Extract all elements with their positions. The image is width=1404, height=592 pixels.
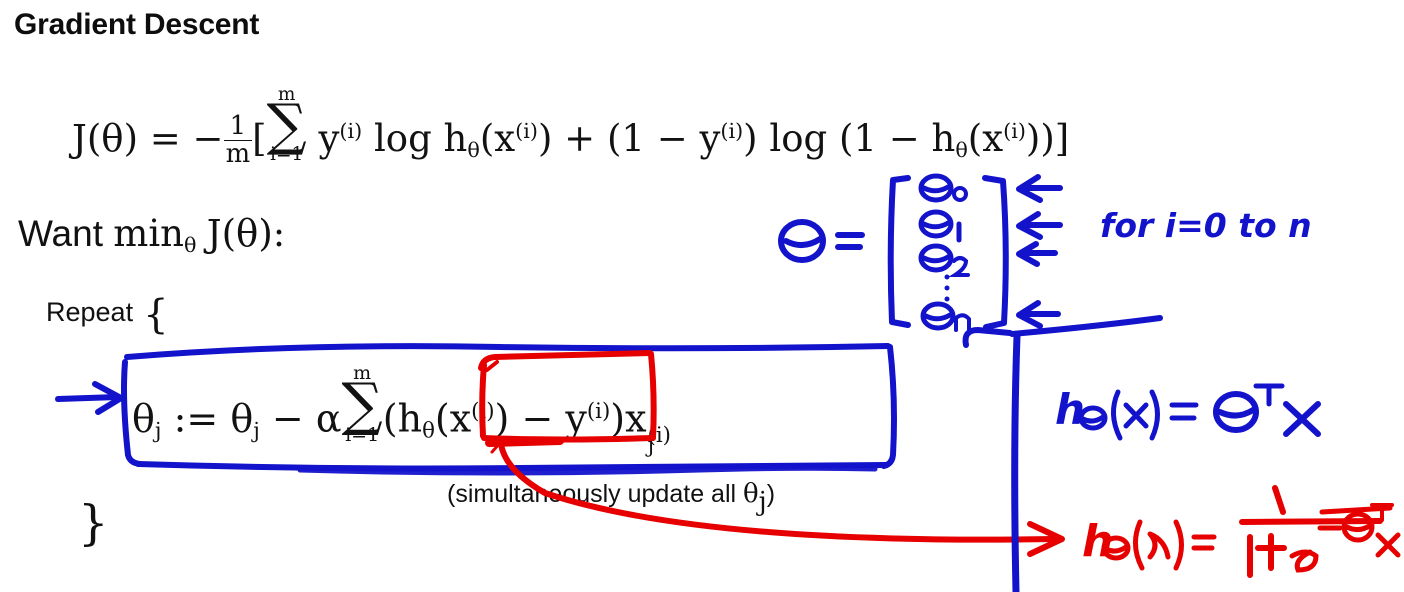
gradient-descent-update-rule: θj := θj − α m ∑ i=1 (hθ(x(i)) − y(i))x (i) j xyxy=(132,364,671,457)
theta-vector-ellipsis xyxy=(944,274,950,302)
cost-lhs-theta: θ xyxy=(101,116,124,160)
blue-vertical-divider-line xyxy=(962,315,1163,592)
upd-sigma-glyph: ∑ xyxy=(341,370,383,438)
rparen-1: ) xyxy=(537,116,553,160)
upd-minus-2: − xyxy=(521,396,554,441)
superscript-i: (i) xyxy=(339,119,363,144)
for-loop-note: for i=0 to n xyxy=(1100,206,1312,245)
upd-xfinal-sub-j: j xyxy=(647,433,655,459)
theta-vector-entry-1 xyxy=(918,209,962,243)
repeat-label: Repeat { xyxy=(46,292,169,338)
lparen-1: ( xyxy=(479,116,495,160)
theta-vector-arrow-1 xyxy=(1016,211,1063,240)
cost-minus: − xyxy=(192,116,224,160)
sigma-glyph: ∑ xyxy=(266,92,307,158)
sigmoid-hypothesis-text: h xyxy=(1082,516,1113,567)
theta-vector-arrow-3 xyxy=(1016,300,1061,329)
one-2: 1 xyxy=(621,116,645,160)
cost-lhs-rparen: ) xyxy=(123,116,138,160)
lparen-2: ( xyxy=(606,116,622,160)
log-2: log xyxy=(769,116,828,160)
simul-sub-j: j xyxy=(758,486,767,517)
h-2: h xyxy=(931,116,956,160)
blue-theta-vector-annotation xyxy=(778,173,1063,332)
blue-linear-hypothesis-note: h xyxy=(1055,383,1321,441)
cost-equals: = xyxy=(149,116,181,160)
x-superscript-i: (i) xyxy=(515,119,538,144)
upd-y: y xyxy=(565,396,587,441)
one-over-m-fraction: 1m xyxy=(223,113,253,169)
one-3: 1 xyxy=(853,116,877,160)
want-word: Want xyxy=(18,213,103,254)
objective-J-theta: J(θ): xyxy=(206,212,286,255)
rparen-2: ) xyxy=(743,116,758,160)
h-1: h xyxy=(443,116,468,160)
upd-x: x xyxy=(449,396,472,441)
log-1: log xyxy=(373,116,432,160)
upd-rparen-x: ) xyxy=(494,396,510,441)
rparen-4: ) xyxy=(1025,116,1041,160)
simultaneous-update-note: (simultaneously update all θj) xyxy=(447,479,775,517)
linear-hypothesis-text: h xyxy=(1055,385,1085,434)
upd-sum-lower: i=1 xyxy=(345,424,380,447)
minus-3: − xyxy=(888,116,920,160)
y-2: y xyxy=(699,116,721,160)
upd-rparen-close: ) xyxy=(610,396,626,441)
cost-close-bracket: ] xyxy=(1054,116,1070,160)
simul-theta: θ xyxy=(743,479,759,509)
y2-superscript-i: (i) xyxy=(720,119,744,144)
sum-lower-limit: i=1 xyxy=(270,144,304,166)
hypothesis-h: h xyxy=(397,396,423,441)
plus-sign: + xyxy=(564,116,596,160)
upd-lparen-open: ( xyxy=(382,396,398,441)
min-operator: min xyxy=(113,212,185,255)
fraction-numerator: 1 xyxy=(223,113,253,141)
theta-vector-entry-0 xyxy=(918,173,968,203)
slide-canvas: Gradient Descent J(θ) = −1 m[m ∑ i=1 y(i) l… xyxy=(0,0,1404,592)
blue-arrow-pointing-at-update-rule xyxy=(55,381,124,415)
upd-y-sup-i: (i) xyxy=(586,399,611,425)
cost-lhs-J: J xyxy=(72,116,87,160)
update-summation-operator: m ∑ i=1 xyxy=(342,364,383,445)
page-title: Gradient Descent xyxy=(14,8,260,41)
theta-vector-entry-n xyxy=(920,301,971,332)
min-subscript-theta: θ xyxy=(184,233,197,258)
theta-vector-arrow-0 xyxy=(1016,174,1063,203)
upd-lparen-x: ( xyxy=(434,396,450,441)
simul-suffix: ) xyxy=(766,480,776,508)
upd-x-final: x xyxy=(625,396,647,441)
close-brace: } xyxy=(78,495,109,551)
learning-rate-alpha: α xyxy=(315,396,342,441)
fraction-denominator: m xyxy=(225,138,251,169)
upd-rhs-sub-j: j xyxy=(253,418,260,444)
cost-function-equation: J(θ) = −1 m[m ∑ i=1 y(i) log hθ(x(i)) + (1 … xyxy=(72,85,1070,169)
h-subscript-theta: θ xyxy=(467,138,480,163)
cost-lhs-lparen: ( xyxy=(86,116,102,160)
theta-vector-arrow-2 xyxy=(1016,241,1058,267)
lparen-4: ( xyxy=(967,116,983,160)
lparen-3: ( xyxy=(838,116,854,160)
simul-prefix: (simultaneously update all xyxy=(447,480,743,508)
term-y: y xyxy=(318,116,340,160)
minus-2: − xyxy=(656,116,688,160)
cost-open-bracket: [ xyxy=(252,116,267,160)
rparen-3: ) xyxy=(1040,116,1055,160)
theta-vector-entry-2 xyxy=(918,243,970,277)
x-2: x xyxy=(982,116,1004,160)
upd-theta-rhs: θ xyxy=(230,396,254,441)
upd-minus: − xyxy=(271,396,304,441)
h2-subscript-theta: θ xyxy=(955,138,968,163)
upd-lhs-sub-j: j xyxy=(154,418,162,444)
x2-superscript-i: (i) xyxy=(1003,119,1026,144)
want-minimize-line: Want minθ J(θ): xyxy=(18,212,285,257)
x-1: x xyxy=(494,116,516,160)
hypothesis-sub-theta: θ xyxy=(422,418,435,444)
red-sigmoid-hypothesis-note: h xyxy=(1082,485,1401,578)
assign-operator: := xyxy=(173,396,219,441)
upd-x-sup-i: (i) xyxy=(471,399,495,425)
repeat-word: Repeat xyxy=(46,297,134,327)
summation-operator: m ∑ i=1 xyxy=(266,85,307,166)
open-brace: { xyxy=(143,292,169,338)
upd-theta-lhs: θ xyxy=(132,396,155,441)
